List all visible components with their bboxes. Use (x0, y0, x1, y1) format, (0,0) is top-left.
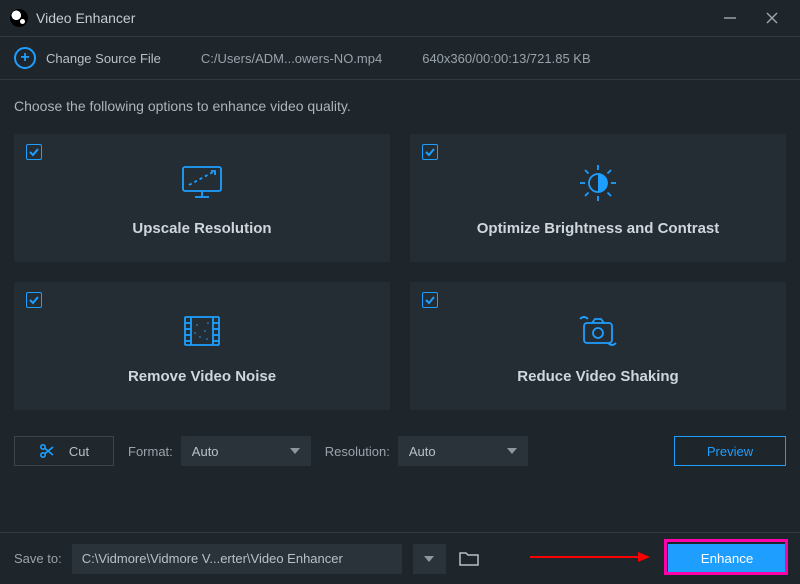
chevron-down-icon (290, 448, 300, 454)
plus-circle-icon: + (14, 47, 36, 69)
card-label: Reduce Video Shaking (517, 368, 678, 385)
options-grid: Upscale Resolution (0, 124, 800, 422)
open-folder-button[interactable] (456, 548, 482, 570)
save-path-dropdown[interactable] (412, 544, 446, 574)
card-optimize-brightness[interactable]: Optimize Brightness and Contrast (410, 134, 786, 262)
format-dropdown[interactable]: Auto (181, 436, 311, 466)
source-bar: + Change Source File C:/Users/ADM...ower… (0, 36, 800, 80)
minimize-button[interactable] (720, 8, 740, 28)
card-label: Optimize Brightness and Contrast (477, 220, 720, 237)
checkbox-upscale[interactable] (26, 144, 42, 160)
enhance-button[interactable]: Enhance (668, 544, 786, 574)
card-upscale-resolution[interactable]: Upscale Resolution (14, 134, 390, 262)
format-value: Auto (192, 444, 219, 459)
app-icon (10, 9, 28, 27)
checkbox-noise[interactable] (26, 292, 42, 308)
folder-icon (458, 550, 480, 568)
card-label: Remove Video Noise (128, 368, 276, 385)
resolution-label: Resolution: (325, 444, 390, 459)
save-to-label: Save to: (14, 551, 62, 566)
toolbar: Cut Format: Auto Resolution: Auto Previe… (0, 422, 800, 466)
instruction-text: Choose the following options to enhance … (0, 80, 800, 124)
checkbox-shaking[interactable] (422, 292, 438, 308)
app-title: Video Enhancer (36, 10, 135, 26)
card-reduce-shaking[interactable]: Reduce Video Shaking (410, 282, 786, 410)
camera-shake-icon (570, 308, 626, 354)
monitor-upscale-icon (177, 160, 227, 206)
resolution-dropdown[interactable]: Auto (398, 436, 528, 466)
cut-label: Cut (69, 444, 89, 459)
preview-button[interactable]: Preview (674, 436, 786, 466)
change-source-label: Change Source File (46, 51, 161, 66)
save-path-text: C:\Vidmore\Vidmore V...erter\Video Enhan… (82, 551, 343, 566)
title-bar: Video Enhancer (0, 0, 800, 36)
close-button[interactable] (762, 8, 782, 28)
source-meta: 640x360/00:00:13/721.85 KB (422, 51, 590, 66)
change-source-button[interactable]: + Change Source File (14, 47, 161, 69)
scissors-icon (39, 443, 55, 459)
source-path: C:/Users/ADM...owers-NO.mp4 (201, 51, 382, 66)
card-label: Upscale Resolution (132, 220, 271, 237)
resolution-value: Auto (409, 444, 436, 459)
chevron-down-icon (424, 556, 434, 562)
save-path-field[interactable]: C:\Vidmore\Vidmore V...erter\Video Enhan… (72, 544, 402, 574)
preview-label: Preview (707, 444, 753, 459)
film-noise-icon (177, 308, 227, 354)
cut-button[interactable]: Cut (14, 436, 114, 466)
format-label: Format: (128, 444, 173, 459)
enhance-label: Enhance (701, 551, 754, 566)
card-remove-noise[interactable]: Remove Video Noise (14, 282, 390, 410)
checkbox-brightness[interactable] (422, 144, 438, 160)
save-bar: Save to: C:\Vidmore\Vidmore V...erter\Vi… (0, 532, 800, 584)
chevron-down-icon (507, 448, 517, 454)
brightness-icon (573, 160, 623, 206)
